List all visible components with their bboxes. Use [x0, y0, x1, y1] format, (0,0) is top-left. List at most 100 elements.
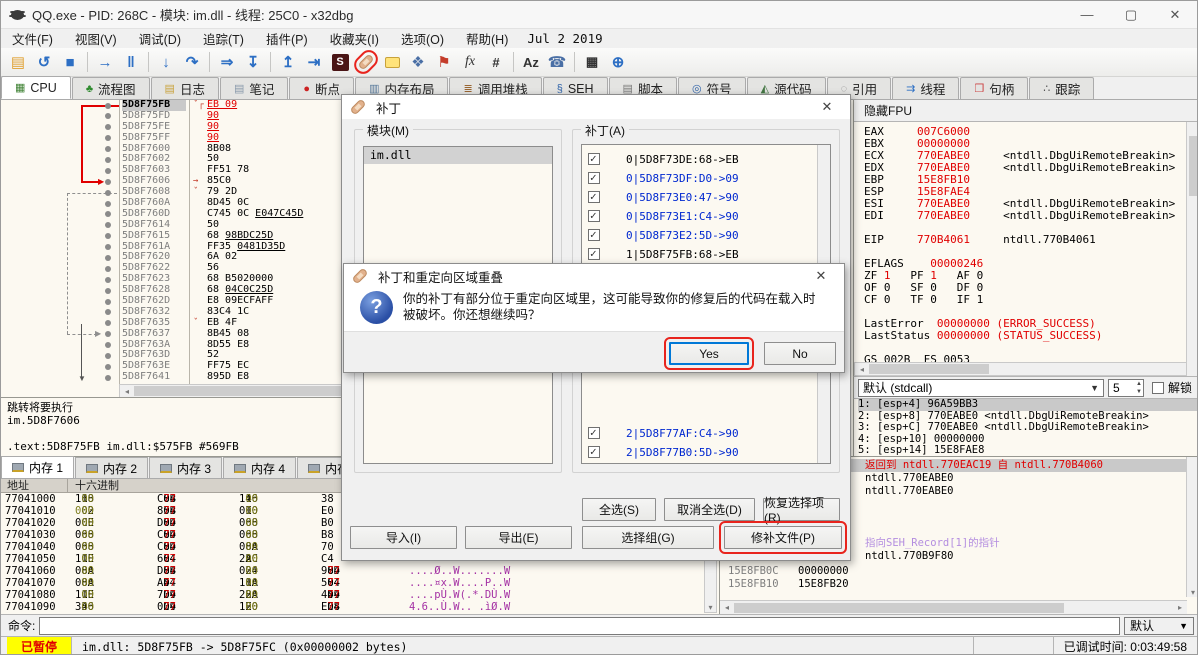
convention-dropdown[interactable]: 默认 (stdcall) ▼ [858, 379, 1104, 397]
bookmark-icon[interactable]: ⚑ [432, 50, 456, 74]
tab-线程[interactable]: ⇉线程 [892, 77, 959, 99]
depth-spinner[interactable]: 5 ▲▼ [1108, 379, 1144, 397]
patch-checkbox[interactable] [588, 427, 600, 439]
command-profile-dropdown[interactable]: 默认 ▼ [1124, 617, 1194, 635]
breakpoint-dot-icon[interactable] [105, 179, 111, 185]
scroll-thumb[interactable] [734, 603, 1064, 613]
memory-tab-2[interactable]: 内存 2 [75, 457, 148, 478]
patch-file-button[interactable]: 修补文件(P) [724, 526, 842, 549]
stop-icon[interactable]: ■ [58, 50, 82, 74]
breakpoint-dot-icon[interactable] [105, 288, 111, 294]
argument-row[interactable]: 5: [esp+14] 15E8FAE8 [858, 445, 1198, 456]
scroll-down-icon[interactable]: ▾ [708, 603, 712, 612]
scroll-left-icon[interactable]: ◂ [720, 602, 734, 614]
registers-hscrollbar[interactable]: ◂ [854, 362, 1187, 376]
spinner-arrows-icon[interactable]: ▲▼ [1136, 380, 1142, 396]
menu-item-i[interactable]: 收藏夹(I) [319, 29, 390, 48]
close-button[interactable]: ✕ [1153, 1, 1197, 29]
arguments-pane[interactable]: 1: [esp+4] 96A59BB32: [esp+8] 770EABE0 <… [853, 398, 1198, 456]
preferences-icon[interactable]: ☎ [545, 50, 569, 74]
breakpoint-dot-icon[interactable] [105, 375, 111, 381]
import-button[interactable]: 导入(I) [350, 526, 457, 549]
scylla-icon[interactable]: S [328, 50, 352, 74]
breakpoint-dot-icon[interactable] [105, 201, 111, 207]
patch-entry[interactable]: 0|5D8F73DF:D0->09 [588, 170, 739, 186]
menu-item-d[interactable]: 调试(D) [128, 29, 192, 48]
menu-item-t[interactable]: 追踪(T) [192, 29, 255, 48]
breakpoint-dot-icon[interactable] [105, 103, 111, 109]
dump-row[interactable]: 7704106008 00 0A 00D8 8B 04 7702 00 04 0… [1, 565, 719, 577]
memory-tab-4[interactable]: 内存 4 [223, 457, 296, 478]
tab-流程图[interactable]: ♣流程图 [72, 77, 150, 99]
hide-fpu-button[interactable]: 隐藏FPU [854, 100, 1198, 122]
scroll-left-icon[interactable]: ◂ [120, 385, 134, 397]
menu-item-f[interactable]: 文件(F) [1, 29, 64, 48]
dump-row[interactable]: 7704109034 00 36 000C D9 04 771E 00 20 0… [1, 601, 719, 613]
run-to-cursor-icon[interactable]: ⇒ [215, 50, 239, 74]
breakpoint-dot-icon[interactable] [105, 309, 111, 315]
stack-row[interactable]: 15E8FB1015E8FB20 [720, 578, 1186, 591]
calculator-icon[interactable]: ▦ [580, 50, 604, 74]
patch-entry[interactable]: 0|5D8F73E0:47->90 [588, 189, 739, 205]
patch-checkbox[interactable] [588, 210, 600, 222]
patch-checkbox[interactable] [588, 248, 600, 260]
comment-icon[interactable] [380, 50, 404, 74]
restart-icon[interactable]: ↺ [32, 50, 56, 74]
deselect-all-button[interactable]: 取消全选(D) [664, 498, 755, 521]
breakpoint-dot-icon[interactable] [105, 353, 111, 359]
patch-icon[interactable] [354, 50, 378, 74]
patch-checkbox[interactable] [588, 229, 600, 241]
hash-icon[interactable]: # [484, 50, 508, 74]
patch-entry[interactable]: 2|5D8F77B0:5D->90 [588, 444, 739, 460]
step-into-icon[interactable]: ↓ [154, 50, 178, 74]
confirm-dialog-close-icon[interactable]: ✕ [806, 268, 836, 284]
breakpoint-dot-icon[interactable] [105, 244, 111, 250]
tab-cpu[interactable]: ▦CPU [1, 76, 71, 99]
unlock-checkbox[interactable] [1152, 382, 1164, 394]
breakpoint-dot-icon[interactable] [105, 342, 111, 348]
execute-till-return-icon[interactable]: ↧ [241, 50, 265, 74]
pause-icon[interactable]: ‖ [119, 50, 143, 74]
patch-checkbox[interactable] [588, 446, 600, 458]
scroll-down-icon[interactable]: ▾ [1191, 588, 1195, 597]
patch-checkbox[interactable] [588, 153, 600, 165]
menu-item-h[interactable]: 帮助(H) [455, 29, 519, 48]
patch-entry[interactable]: 1|5D8F75FB:68->EB [588, 246, 739, 262]
stack-vscrollbar[interactable]: ▾ [1186, 457, 1198, 597]
scroll-right-icon[interactable]: ▸ [1173, 602, 1187, 614]
scroll-left-icon[interactable]: ◂ [855, 363, 869, 375]
patch-entry[interactable]: 0|5D8F73E2:5D->90 [588, 227, 739, 243]
breakpoint-dot-icon[interactable] [105, 113, 111, 119]
step-over-icon[interactable]: ↷ [180, 50, 204, 74]
memory-tab-1[interactable]: 内存 1 [1, 456, 74, 478]
run-to-user-code-icon[interactable]: ⇥ [302, 50, 326, 74]
breakpoint-dot-icon[interactable] [105, 255, 111, 261]
breakpoint-dot-icon[interactable] [105, 146, 111, 152]
breakpoint-dot-icon[interactable] [105, 124, 111, 130]
tab-跟踪[interactable]: ∴跟踪 [1029, 77, 1094, 99]
patch-dialog-close-icon[interactable]: ✕ [812, 99, 842, 115]
breakpoint-dot-icon[interactable] [105, 320, 111, 326]
registers-vscrollbar[interactable] [1186, 122, 1198, 376]
breakpoint-dot-icon[interactable] [105, 157, 111, 163]
breakpoint-dot-icon[interactable] [105, 211, 111, 217]
label-icon[interactable]: ❖ [406, 50, 430, 74]
breakpoint-dot-icon[interactable] [105, 364, 111, 370]
menu-item-o[interactable]: 选项(O) [390, 29, 455, 48]
argument-row[interactable]: 1: [esp+4] 96A59BB3 [858, 399, 1198, 411]
font-icon[interactable]: Az [519, 50, 543, 74]
maximize-button[interactable]: ▢ [1109, 1, 1153, 29]
menu-item-p[interactable]: 插件(P) [255, 29, 319, 48]
scroll-thumb[interactable] [1189, 136, 1198, 196]
breakpoint-dot-icon[interactable] [105, 222, 111, 228]
patch-checkbox[interactable] [588, 191, 600, 203]
open-file-icon[interactable]: ▤ [6, 50, 30, 74]
breakpoint-dot-icon[interactable] [105, 233, 111, 239]
breakpoint-dot-icon[interactable] [105, 168, 111, 174]
tab-笔记[interactable]: ▤笔记 [220, 77, 288, 99]
stack-hscrollbar[interactable]: ◂ ▸ [720, 600, 1187, 614]
command-input[interactable] [39, 617, 1120, 635]
patch-dialog-titlebar[interactable]: 补丁 ✕ [342, 95, 850, 119]
minimize-button[interactable]: — [1065, 1, 1109, 29]
menu-item-v[interactable]: 视图(V) [64, 29, 128, 48]
